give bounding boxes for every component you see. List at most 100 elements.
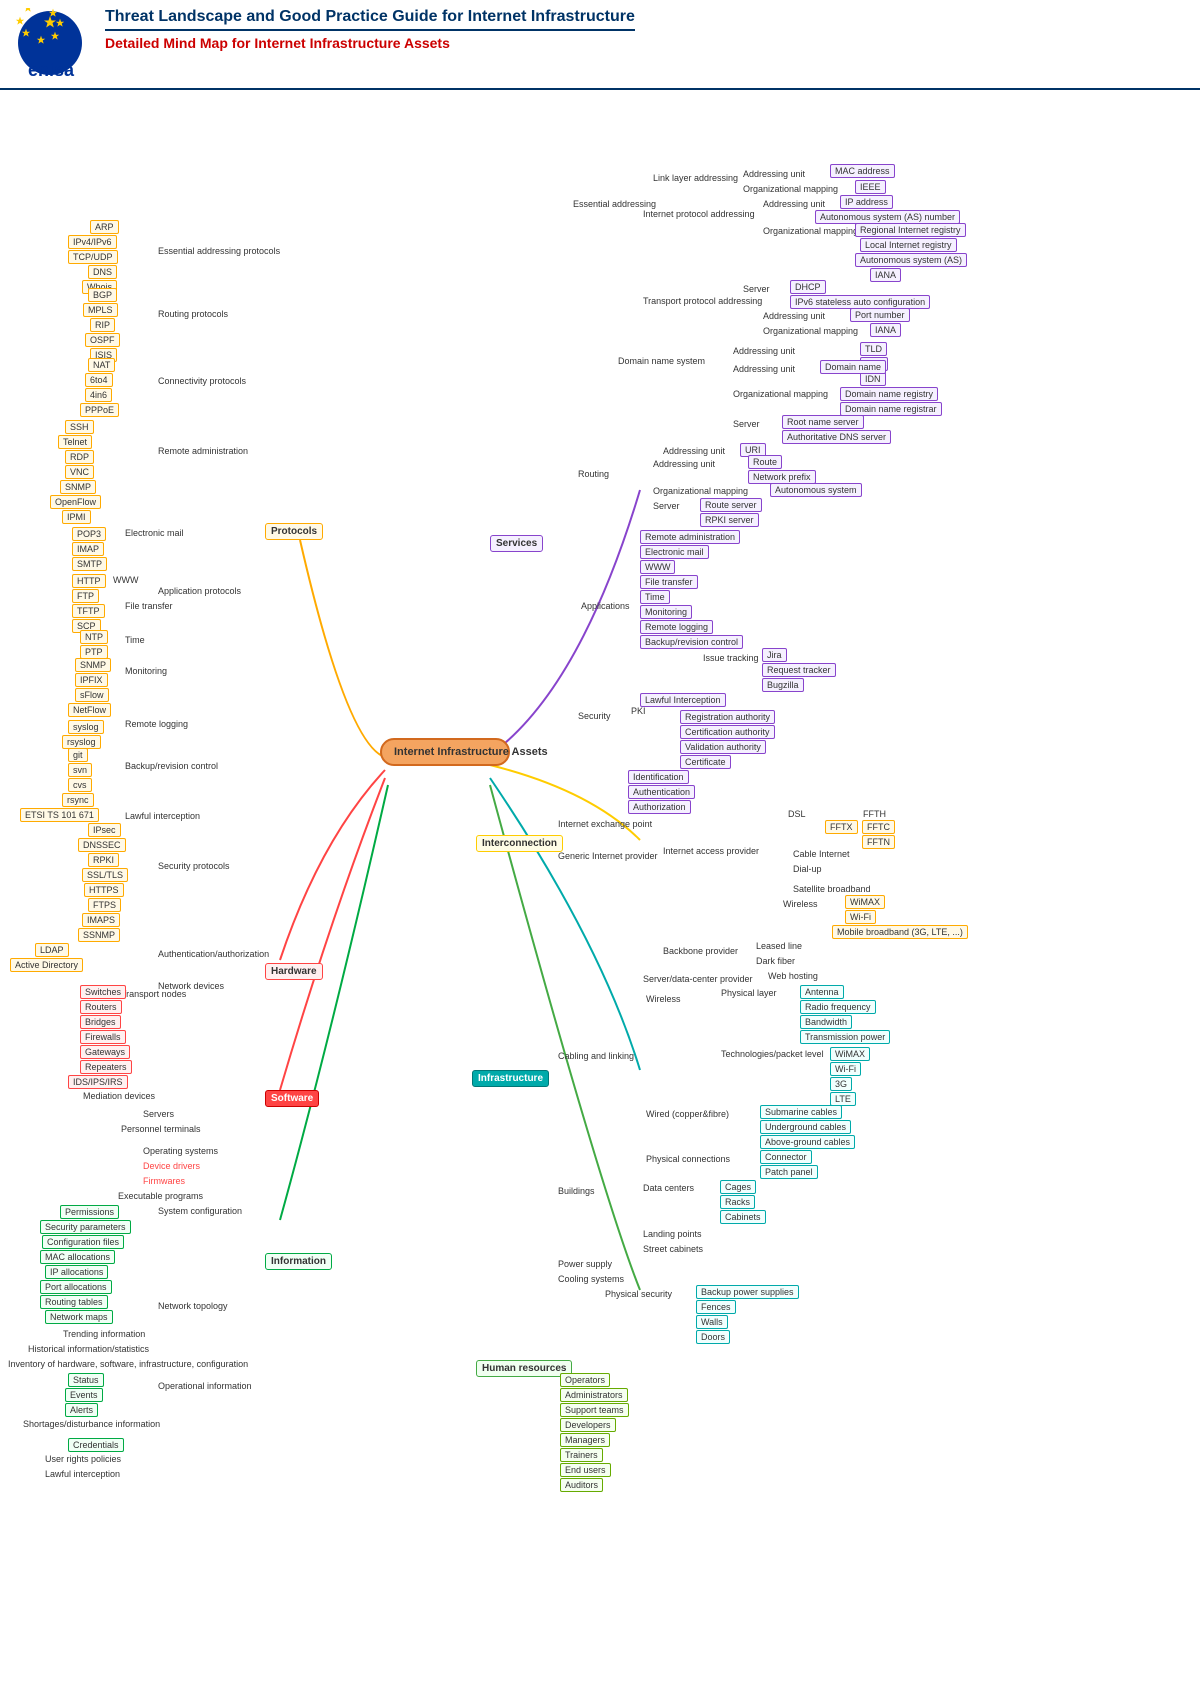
box-fftn: FFTN [862, 835, 895, 849]
header-text-container: Threat Landscape and Good Practice Guide… [105, 8, 635, 51]
box-as-number: Autonomous system (AS) number [815, 210, 960, 224]
box-aboveground: Above-ground cables [760, 1135, 855, 1149]
box-lte: LTE [830, 1092, 856, 1106]
label-monitoring-protocols: Monitoring [122, 665, 170, 677]
svg-text:enisa: enisa [28, 60, 75, 80]
box-wimax: WiMAX [845, 895, 885, 909]
box-backup-power: Backup power supplies [696, 1285, 799, 1299]
box-trainers: Trainers [560, 1448, 603, 1462]
box-rir: Regional Internet registry [855, 223, 966, 237]
box-git: git [68, 748, 88, 762]
box-ipsec: IPsec [88, 823, 121, 837]
box-network-maps: Network maps [45, 1310, 113, 1324]
box-registration-auth: Registration authority [680, 710, 775, 724]
box-connector: Connector [760, 1150, 812, 1164]
label-wired: Wired (copper&fibre) [643, 1108, 732, 1120]
box-bugzilla: Bugzilla [762, 678, 804, 692]
label-personnel-terminals: Personnel terminals [118, 1123, 204, 1135]
box-port-number: Port number [850, 308, 910, 322]
box-4in6: 4in6 [85, 388, 112, 402]
box-security-params: Security parameters [40, 1220, 131, 1234]
center-node: Internet Infrastructure Assets [380, 738, 510, 766]
label-security-protocols: Security protocols [155, 860, 233, 872]
box-autonomous-system: Autonomous system [770, 483, 862, 497]
label-generic-provider: Generic Internet provider [555, 850, 661, 862]
box-antenna: Antenna [800, 985, 844, 999]
box-mobile-broadband: Mobile broadband (3G, LTE, ...) [832, 925, 968, 939]
label-www: WWW [110, 574, 141, 586]
protocols-node: Protocols [265, 523, 323, 540]
label-org-mapping-dns: Organizational mapping [730, 388, 831, 400]
box-arp: ARP [90, 220, 119, 234]
box-mac-addr: MAC address [830, 164, 895, 178]
label-cable-internet: Cable Internet [790, 848, 853, 860]
label-addr-unit-dns: Addressing unit [730, 345, 798, 357]
label-connectivity-protocols: Connectivity protocols [155, 375, 249, 387]
box-https: HTTPS [84, 883, 124, 897]
label-wireless-cabling: Wireless [643, 993, 684, 1005]
box-ieee: IEEE [855, 180, 886, 194]
box-tftp: TFTP [72, 604, 105, 618]
label-lawful-interception-protocol: Lawful interception [122, 810, 203, 822]
box-pppoe: PPPoE [80, 403, 119, 417]
box-auditors: Auditors [560, 1478, 603, 1492]
box-dn-registry: Domain name registry [840, 387, 938, 401]
label-mediation-devices: Mediation devices [80, 1090, 158, 1102]
box-routers: Routers [80, 1000, 122, 1014]
label-inventory: Inventory of hardware, software, infrast… [5, 1358, 251, 1370]
label-web-hosting: Web hosting [765, 970, 821, 982]
box-permissions: Permissions [60, 1205, 119, 1219]
box-pop3: POP3 [72, 527, 106, 541]
box-activedir: Active Directory [10, 958, 83, 972]
label-addr-unit-uri: Addressing unit [660, 445, 728, 457]
label-trending: Trending information [60, 1328, 148, 1340]
infrastructure-node: Infrastructure [472, 1070, 549, 1087]
box-ip-address: IP address [840, 195, 893, 209]
box-lawful-svc: Lawful Interception [640, 693, 726, 707]
label-cooling: Cooling systems [555, 1273, 627, 1285]
box-syslog: syslog [68, 720, 104, 734]
label-applications-services: Applications [578, 600, 633, 612]
box-submarine: Submarine cables [760, 1105, 842, 1119]
box-wimax2: WiMAX [830, 1047, 870, 1061]
box-backup-svc: Backup/revision control [640, 635, 743, 649]
box-bgp: BGP [88, 288, 117, 302]
box-idn: IDN [860, 372, 886, 386]
enisa-logo: enisa [10, 8, 90, 83]
label-addr-unit-ip: Addressing unit [760, 198, 828, 210]
label-physical-connections: Physical connections [643, 1153, 733, 1165]
box-sflow: sFlow [75, 688, 109, 702]
box-port-alloc: Port allocations [40, 1280, 112, 1294]
box-route-server: Route server [700, 498, 762, 512]
label-operating-systems: Operating systems [140, 1145, 221, 1157]
box-dn-registrar: Domain name registrar [840, 402, 942, 416]
header-title: Threat Landscape and Good Practice Guide… [105, 8, 635, 31]
label-remote-admin-protocols: Remote administration [155, 445, 251, 457]
box-ipmi: IPMI [62, 510, 91, 524]
label-remote-logging-protocols: Remote logging [122, 718, 191, 730]
box-walls: Walls [696, 1315, 728, 1329]
label-operational-info: Operational information [155, 1380, 255, 1392]
label-landing-points: Landing points [640, 1228, 705, 1240]
box-operators: Operators [560, 1373, 610, 1387]
label-addr-unit-dn: Addressing unit [730, 363, 798, 375]
box-ospf: OSPF [85, 333, 120, 347]
label-org-mapping-ip: Organizational mapping [760, 225, 861, 237]
box-snmp2: SNMP [75, 658, 111, 672]
box-routing-tables: Routing tables [40, 1295, 108, 1309]
box-ftp: FTP [72, 589, 99, 603]
label-org-mapping-ll: Organizational mapping [740, 183, 841, 195]
label-historical: Historical information/statistics [25, 1343, 152, 1355]
box-bridges: Bridges [80, 1015, 121, 1029]
box-events: Events [65, 1388, 103, 1402]
box-cvs: cvs [68, 778, 92, 792]
box-remote-admin-svc: Remote administration [640, 530, 740, 544]
mindmap-container: Internet Infrastructure Assets Protocols… [0, 90, 1200, 1705]
label-addr-unit-routing: Addressing unit [650, 458, 718, 470]
label-datacenter-provider: Server/data-center provider [640, 973, 756, 985]
box-rdp: RDP [65, 450, 94, 464]
box-cabinets: Cabinets [720, 1210, 766, 1224]
box-rpki: RPKI [88, 853, 119, 867]
label-data-centers: Data centers [640, 1182, 697, 1194]
box-idsipsirs: IDS/IPS/IRS [68, 1075, 128, 1089]
